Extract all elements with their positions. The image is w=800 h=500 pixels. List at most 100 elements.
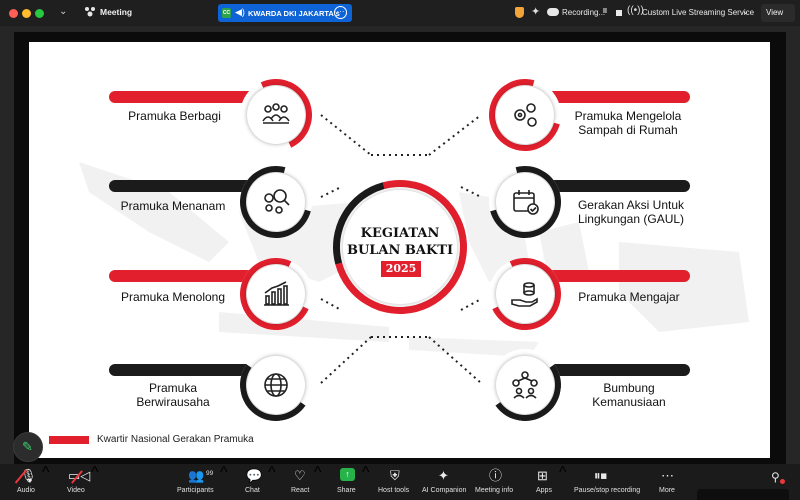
annotate-button[interactable]: ✎ [13,432,43,462]
chat-options-caret[interactable]: ^ [268,464,276,500]
apps-icon: ⊞ [537,468,548,483]
pause-stop-recording-button[interactable]: ⏸⏹ Pause/stop recording [572,464,644,500]
ai-companion-label: AI Companion [422,487,467,494]
reaction-status-icon[interactable]: ⚲ [771,470,780,484]
activity-label-line1: Pramuka [148,381,198,395]
activity-label-line1: Pramuka Menolong [120,290,226,304]
security-shield-icon[interactable] [515,7,524,18]
top-bar: ⌄ Meeting CC ◀) KWARDA DKI JAKARTA's ···… [0,0,800,26]
activity-icon-ring [229,68,323,162]
network-people-icon [512,371,538,399]
hand-coins-icon [511,282,538,307]
share-icon: ↑ [340,468,355,481]
zoom-window-button[interactable] [35,9,44,18]
activity-label-line2: Berwirausaha [136,395,210,409]
activity-label: Pramuka Mengajar [569,290,689,304]
host-tools-button[interactable]: ⛨ Host tools [377,464,415,500]
activity-label: Pramuka Menolong [113,290,233,304]
activity-icon-ring [475,152,575,252]
share-options-caret[interactable]: ^ [362,464,370,500]
info-icon: ⓘ [489,468,503,483]
activity-label: Bumbung Kemanusiaan [569,381,689,409]
meeting-info-button[interactable]: ⓘ Meeting info [474,464,518,500]
stop-recording-icon[interactable] [616,10,622,16]
activity-icon-ring [478,247,572,341]
gears-search-icon [264,189,290,214]
globe-icon [264,373,288,397]
footer-organization: Kwartir Nasional Gerakan Pramuka [97,434,254,445]
participants-label: Participants [177,487,214,494]
apps-button[interactable]: ⊞ Apps [533,464,555,500]
participants-options-caret[interactable]: ^ [220,464,228,500]
meeting-label: Meeting [100,7,133,17]
activity-icon-ring [229,247,323,341]
shared-screen-owner: KWARDA DKI JAKARTA's [248,9,340,18]
activity-icon-ring [226,152,326,252]
chevron-down-icon[interactable]: ⌄ [742,7,749,16]
activity-label-line1: Pramuka Berbagi [128,109,221,123]
end-meeting-button[interactable] [697,489,789,500]
react-button[interactable]: ♡ React [287,464,317,500]
activity-label: Pramuka Menanam [113,199,233,213]
share-label: Share [337,487,356,494]
gears-icon [514,103,537,127]
more-icon: ⋯ [661,468,674,483]
meeting-toolbar: 🎙 Audio ^ ▭◁ Video ^ 👥 99 Participants ^… [0,464,800,500]
shared-screen-pill[interactable]: CC ◀) KWARDA DKI JAKARTA's ··· [218,4,352,22]
close-window-button[interactable] [9,9,18,18]
activity-label-line2: Lingkungan (GAUL) [577,212,685,226]
presentation-slide: Pramuka Berbagi Pramuka Menanam Pramuka … [29,42,770,458]
participants-count: 99 [206,470,214,477]
audio-options-caret[interactable]: ^ [42,464,50,500]
view-button[interactable]: View [761,4,795,22]
more-options-icon[interactable]: ··· [334,6,347,19]
chat-label: Chat [245,487,260,494]
ai-sparkle-icon: ✦ [438,468,449,483]
activity-label-line1: Pramuka Mengajar [578,290,680,304]
ai-sparkle-icon[interactable]: ✦ [531,5,540,18]
chevron-down-icon[interactable]: ⌄ [59,6,67,17]
center-title-line2: BULAN BAKTI [346,243,454,258]
pause-recording-icon[interactable]: II [603,8,607,15]
activity-label: Gerakan Aksi Untuk Lingkungan (GAUL) [564,198,698,226]
calendar-check-icon [513,190,539,215]
react-options-caret[interactable]: ^ [314,464,322,500]
activity-icon-ring [475,65,575,165]
heart-icon: ♡ [294,468,306,483]
chat-button[interactable]: 💬 Chat [240,464,270,500]
center-title-line1: KEGIATAN [360,226,440,241]
activity-label-line1: Pramuka Mengelola [574,109,682,123]
captions-icon: CC [222,8,231,18]
more-label: More [659,487,675,494]
live-streaming-label[interactable]: Custom Live Streaming Service [642,8,754,17]
more-button[interactable]: ⋯ More [655,464,681,500]
meeting-icon [83,5,97,19]
participants-button[interactable]: 👥 99 Participants [172,464,222,500]
minimize-window-button[interactable] [22,9,31,18]
pause-stop-icon: ⏸⏹ [594,468,607,483]
apps-options-caret[interactable]: ^ [559,464,567,500]
shield-icon: ⛨ [390,468,400,483]
share-button[interactable]: ↑ Share [333,464,363,500]
apps-label: Apps [536,487,552,494]
activity-icon-ring [234,343,318,427]
activity-label-line1: Gerakan Aksi Untuk [577,198,685,212]
cloud-recording-icon [547,8,559,16]
pencil-icon: ✎ [22,439,33,454]
audio-label: Audio [17,487,35,494]
react-label: React [291,487,310,494]
activity-label-line2: Sampah di Rumah [578,123,678,137]
meeting-info-label: Meeting info [475,487,514,494]
activity-label-line1: Pramuka Menanam [120,199,226,213]
pause-stop-recording-label: Pause/stop recording [574,487,641,494]
people-group-icon [262,103,290,124]
growth-chart-icon [264,281,289,306]
ai-companion-button[interactable]: ✦ AI Companion [420,464,468,500]
video-label: Video [67,487,85,494]
activity-label: Pramuka Berbagi [117,109,232,123]
video-options-caret[interactable]: ^ [91,464,99,500]
speaker-icon: ◀) [235,7,245,17]
footer-accent-bar [49,436,89,444]
host-tools-label: Host tools [378,487,410,494]
center-year-badge: 2025 [381,261,421,277]
